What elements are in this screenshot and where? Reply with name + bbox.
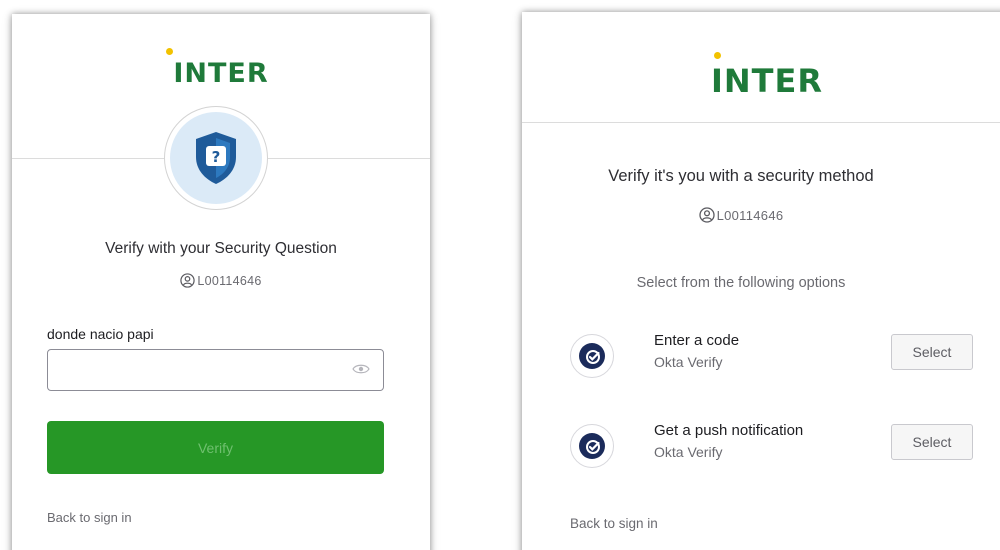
logo-text: INTER — [710, 62, 823, 100]
username: L00114646 — [716, 208, 784, 223]
page-title: Verify it's you with a security method — [608, 167, 874, 185]
brand-logo: INTER — [522, 52, 1000, 100]
brand-logo: INTER — [12, 48, 430, 89]
security-answer-input[interactable] — [47, 349, 384, 391]
option-provider: Okta Verify — [654, 444, 723, 460]
username: L00114646 — [197, 274, 262, 288]
svg-text:?: ? — [212, 148, 221, 166]
security-question-label: donde nacio papi — [47, 326, 154, 342]
select-enter-code-button[interactable]: Select — [891, 334, 973, 370]
options-subtitle: Select from the following options — [636, 275, 846, 291]
okta-verify-icon — [586, 350, 600, 364]
logo-text: INTER — [173, 58, 269, 89]
security-method-card: INTER Verify it's you with a security me… — [522, 12, 1000, 550]
logo-dot — [714, 52, 721, 59]
username-line: L00114646 — [12, 273, 430, 288]
username-line: L00114646 — [522, 207, 960, 223]
verify-button[interactable]: Verify — [47, 421, 384, 474]
option-push-notification: Get a push notification Okta Verify Sele… — [570, 422, 980, 482]
option-title: Enter a code — [654, 332, 740, 349]
user-icon — [180, 273, 195, 288]
divider — [12, 158, 164, 159]
option-enter-code: Enter a code Okta Verify Select — [570, 332, 980, 392]
user-icon — [698, 207, 715, 223]
shield-question-icon: ? — [196, 132, 236, 184]
back-to-sign-in-link[interactable]: Back to sign in — [47, 510, 132, 525]
page-title: Verify with your Security Question — [105, 240, 337, 257]
header-divider — [522, 122, 1000, 123]
okta-verify-icon — [586, 440, 600, 454]
divider — [268, 158, 430, 159]
option-provider: Okta Verify — [654, 354, 723, 370]
back-to-sign-in-link[interactable]: Back to sign in — [570, 516, 658, 531]
select-push-notification-button[interactable]: Select — [891, 424, 973, 460]
security-question-card: INTER ? Verify with your Security Questi… — [12, 14, 430, 550]
logo-dot — [166, 48, 173, 55]
show-password-icon[interactable] — [352, 363, 370, 375]
security-badge: ? — [164, 106, 268, 210]
option-title: Get a push notification — [654, 422, 804, 439]
